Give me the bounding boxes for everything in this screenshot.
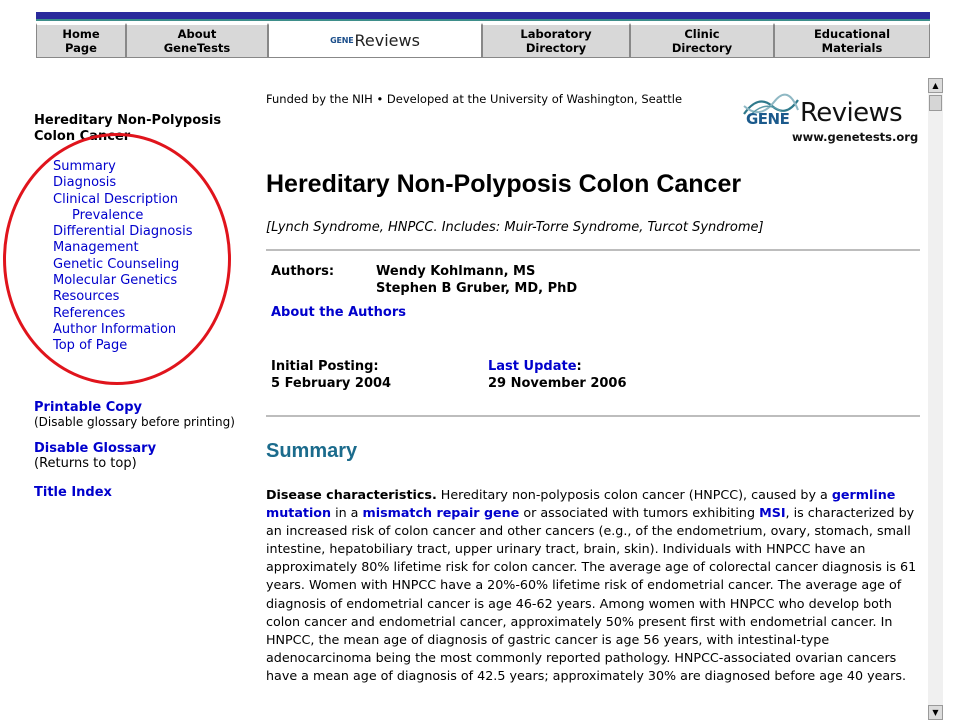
para-text-2: in a xyxy=(331,505,363,521)
initial-posting-date: 5 February 2004 xyxy=(271,376,392,391)
initial-posting-label: Initial Posting: xyxy=(271,359,379,374)
scroll-up-button[interactable]: ▲ xyxy=(928,78,943,93)
divider-bottom xyxy=(266,415,920,417)
nav-logo-reviews-text: Reviews xyxy=(354,31,420,50)
nav-cells: Home Page About GeneTests GENE Reviews L… xyxy=(36,23,930,60)
genereviews-logo[interactable]: GENE Reviews www.genetests.org xyxy=(740,90,920,148)
nav-about-genetests[interactable]: About GeneTests xyxy=(126,23,268,58)
scroll-thumb[interactable] xyxy=(929,95,942,111)
divider-top xyxy=(266,249,920,251)
para-text-3: or associated with tumors exhibiting xyxy=(519,505,760,521)
annotation-circle xyxy=(3,133,231,385)
title-index-link[interactable]: Title Index xyxy=(34,485,249,500)
nav-laboratory-directory[interactable]: Laboratory Directory xyxy=(482,23,630,58)
nav-logo-gene-text: GENE xyxy=(330,36,354,45)
summary-paragraph: Disease characteristics. Hereditary non-… xyxy=(266,486,920,685)
logo-reviews-text: Reviews xyxy=(800,98,903,128)
para-text-1: Hereditary non-polyposis colon cancer (H… xyxy=(436,487,832,502)
page-title: Hereditary Non-Polyposis Colon Cancer xyxy=(266,170,742,198)
disable-glossary-link[interactable]: Disable Glossary xyxy=(34,441,249,456)
author-2: Stephen B Gruber, MD, PhD xyxy=(376,281,578,296)
logo-gene-text: GENE xyxy=(746,110,790,128)
nav-stripe xyxy=(36,12,930,19)
about-the-authors-link[interactable]: About the Authors xyxy=(271,305,406,320)
nav-home-page[interactable]: Home Page xyxy=(36,23,126,58)
nav-genereviews-logo[interactable]: GENE Reviews xyxy=(268,23,482,58)
nav-clinic-directory[interactable]: Clinic Directory xyxy=(630,23,774,58)
article-aliases: [Lynch Syndrome, HNPCC. Includes: Muir-T… xyxy=(266,220,764,235)
last-update-label: Last Update: xyxy=(488,359,582,374)
last-update-link[interactable]: Last Update xyxy=(488,359,577,374)
glossary-msi[interactable]: MSI xyxy=(759,505,785,520)
glossary-mismatch-repair-gene[interactable]: mismatch repair gene xyxy=(363,505,520,520)
summary-heading: Summary xyxy=(266,440,358,462)
authors-label: Authors: xyxy=(271,264,335,279)
main-content: Funded by the NIH • Developed at the Uni… xyxy=(266,92,920,683)
printable-copy-note: (Disable glossary before printing) xyxy=(34,414,235,429)
vertical-scrollbar[interactable]: ▲ ▼ xyxy=(928,78,943,720)
disease-characteristics-label: Disease characteristics. xyxy=(266,487,437,502)
last-update-date: 29 November 2006 xyxy=(488,376,627,391)
logo-url: www.genetests.org xyxy=(792,130,919,144)
disable-glossary-note: (Returns to top) xyxy=(34,455,137,471)
author-1: Wendy Kohlmann, MS xyxy=(376,264,536,279)
scroll-down-button[interactable]: ▼ xyxy=(928,705,943,720)
printable-copy-link[interactable]: Printable Copy xyxy=(34,400,249,415)
nav-educational-materials[interactable]: Educational Materials xyxy=(774,23,930,58)
last-update-colon: : xyxy=(576,359,582,374)
para-text-4: , is characterized by an increased risk … xyxy=(266,505,917,683)
top-navigation: Home Page About GeneTests GENE Reviews L… xyxy=(36,12,930,60)
sidebar-title-line1: Hereditary Non-Polyposis xyxy=(34,113,222,128)
nav-stripe-accent xyxy=(36,19,930,21)
